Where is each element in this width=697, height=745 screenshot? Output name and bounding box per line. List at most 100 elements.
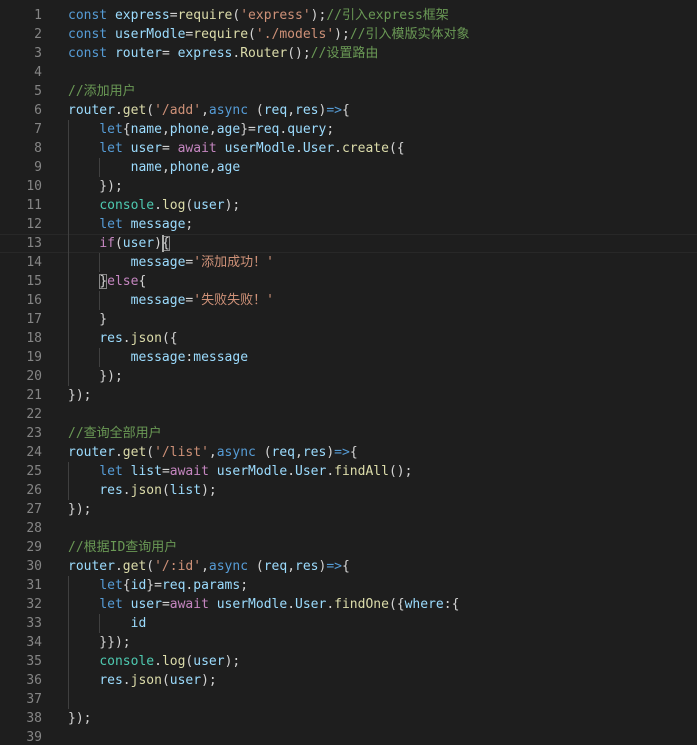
code-token: ( [114,236,123,251]
code-line[interactable]: 3 const router= express.Router();//设置路由 [0,44,697,63]
indent-guide [99,291,101,310]
code-token: json [130,331,162,346]
code-line[interactable]: 39 [0,728,697,745]
code-line[interactable]: 32 let user=await userModle.User.findOne… [0,595,697,614]
code-line[interactable]: 34 }}); [0,633,697,652]
code-token: const [68,8,115,23]
code-token: ); [224,654,241,669]
code-line[interactable]: 21}); [0,386,697,405]
code-line[interactable]: 2 const userModle=require('./models');//引… [0,25,697,44]
code-token: { [349,445,358,460]
code-line[interactable]: 4 [0,63,697,82]
code-token: { [138,274,147,289]
code-token: . [114,445,123,460]
code-line[interactable]: 24 router.get('/list',async (req,res)=>{ [0,443,697,462]
code-line[interactable]: 17 } [0,310,697,329]
code-token: (); [287,46,311,61]
code-token: message [130,255,186,270]
line-number: 4 [34,65,42,80]
code-token: //设置路由 [310,46,379,61]
indent-guide [99,614,101,633]
code-line[interactable]: 22 [0,405,697,424]
code-token: get [122,103,147,118]
code-line[interactable]: 30 router.get('/:id',async (req,res)=>{ [0,557,697,576]
line-number: 34 [26,635,42,650]
code-line[interactable]: 7 let{name,phone,age}=req.query; [0,120,697,139]
code-line[interactable]: 14 message='添加成功！' [0,253,697,272]
code-token: } [99,274,108,289]
line-code: router.get('/list',async (req,res)=>{ [68,443,697,462]
code-line[interactable]: 20 }); [0,367,697,386]
line-number: 9 [34,160,42,175]
code-line[interactable]: 27}); [0,500,697,519]
code-token: { [122,122,131,137]
code-token: id [130,616,147,631]
code-token: res [295,103,319,118]
code-token: let [99,122,123,137]
code-token: message [193,350,249,365]
code-token: => [326,103,342,118]
code-token: log [161,654,186,669]
code-token: ); [201,483,217,498]
line-code: console.log(user); [68,652,697,671]
code-editor[interactable]: 1 const express=require('express');//引入ex… [0,0,697,745]
code-token: . [279,122,288,137]
code-line[interactable]: 23 //查询全部用户 [0,424,697,443]
indent-guide [68,120,69,386]
line-number: 25 [26,464,42,479]
code-token: }= [240,122,256,137]
code-token: '/list' [154,445,209,460]
code-token: ( [255,559,264,574]
code-token: id [130,578,147,593]
line-number: 30 [26,559,42,574]
code-line[interactable]: 10 }); [0,177,697,196]
code-token: res [99,331,123,346]
code-line[interactable]: 29 //根据ID查询用户 [0,538,697,557]
code-line[interactable]: 1 const express=require('express');//引入ex… [0,6,697,25]
code-line[interactable]: 13 if(user){ [0,234,697,253]
code-line[interactable]: 11 console.log(user); [0,196,697,215]
code-token: ( [146,559,155,574]
line-code: let user=await userModle.User.findOne({w… [68,595,697,614]
line-number: 6 [34,103,42,118]
code-line[interactable]: 9 name,phone,age [0,158,697,177]
code-token: . [326,464,335,479]
code-line[interactable]: 15 }else{ [0,272,697,291]
line-code: const userModle=require('./models');//引入… [68,25,697,44]
code-line[interactable]: 12 let message; [0,215,697,234]
line-code: router.get('/add',async (req,res)=>{ [68,101,697,120]
code-token: , [287,103,296,118]
code-line[interactable]: 8 let user= await userModle.User.create(… [0,139,697,158]
code-token: = [161,141,178,156]
code-token: ({ [388,141,405,156]
code-token: const [68,46,115,61]
code-line[interactable]: 18 res.json({ [0,329,697,348]
code-token: phone [169,160,209,175]
code-line[interactable]: 19 message:message [0,348,697,367]
code-line[interactable]: 36 res.json(user); [0,671,697,690]
code-line[interactable]: 5 //添加用户 [0,82,697,101]
code-line[interactable]: 31 let{id}=req.params; [0,576,697,595]
line-code: }); [68,709,697,728]
line-number: 29 [26,540,42,555]
line-code: router.get('/:id',async (req,res)=>{ [68,557,697,576]
code-token: }); [68,388,92,403]
code-line[interactable]: 38}); [0,709,697,728]
code-line[interactable]: 33 id [0,614,697,633]
code-line[interactable]: 16 message='失败失败！' [0,291,697,310]
code-token: , [295,445,303,460]
code-line[interactable]: 28 [0,519,697,538]
code-line[interactable]: 26 res.json(list); [0,481,697,500]
code-token: req [161,578,186,593]
line-number: 21 [26,388,42,403]
line-number: 27 [26,502,42,517]
code-token: //查询全部用户 [68,426,162,441]
code-line[interactable]: 25 let list=await userModle.User.findAll… [0,462,697,481]
code-token: ); [334,27,350,42]
code-token: ( [248,27,256,42]
code-line[interactable]: 35 console.log(user); [0,652,697,671]
code-token: res [295,559,319,574]
code-line[interactable]: 6 router.get('/add',async (req,res)=>{ [0,101,697,120]
line-number: 39 [26,730,42,745]
code-line[interactable]: 37 [0,690,697,709]
